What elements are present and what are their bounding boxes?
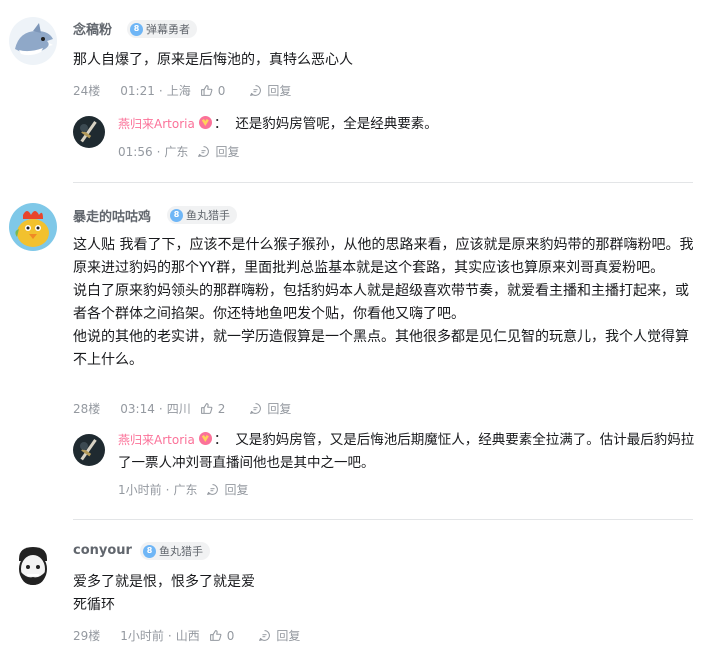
badge-level-icon: 8: [170, 208, 183, 222]
reply-content: 燕归来Artoria：又是豹妈房管，又是后悔池后期魔怔人，经典要素全拉满了。估计…: [118, 432, 695, 471]
reply-meta: 01:56 · 广东 回复: [118, 143, 239, 160]
separator: ·: [167, 628, 172, 643]
badge-level-icon: 8: [143, 544, 156, 558]
ip-location: 广东: [164, 145, 189, 159]
thumbs-up-icon: [200, 85, 213, 96]
comment-paragraph: 这人贴 我看了下，应该不是什么猴子猴孙，从他的思路来看，应该就是原来豹妈带的那群…: [73, 237, 694, 276]
reply-username[interactable]: 燕归来Artoria: [118, 433, 195, 447]
reply-label: 回复: [215, 145, 240, 159]
timestamp: 03:14: [120, 401, 155, 416]
timestamp: 1小时前: [118, 483, 162, 497]
reply-content: 燕归来Artoria：还是豹妈房管呢，全是经典要素。: [118, 116, 438, 132]
comment-item: 念稿粉 8 弹幕勇者 那人自爆了，原来是后悔池的，真特么恶心人 24楼 01:2…: [0, 0, 712, 170]
avatar[interactable]: [9, 17, 57, 65]
comment-paragraph: 说白了原来豹妈领头的那群嗨粉，包括豹妈本人就是超级喜欢带节奏，就爱看主播和主播打…: [73, 283, 689, 322]
reply-label: 回复: [267, 402, 292, 416]
comment-meta: 29楼 1小时前 · 山西 0 回复: [73, 627, 300, 644]
vip-crown-icon: [198, 116, 212, 129]
username[interactable]: conyour: [73, 543, 132, 558]
reply-button[interactable]: 回复: [249, 400, 291, 417]
like-count: 2: [217, 401, 226, 416]
reply-button[interactable]: 回复: [197, 143, 239, 160]
separator: ·: [156, 144, 161, 159]
timestamp: 1小时前: [120, 629, 164, 643]
floor-number: 29楼: [73, 629, 101, 643]
reply-button[interactable]: 回复: [258, 627, 300, 644]
reply-label: 回复: [276, 629, 301, 643]
comment-paragraph: 爱多了就是恨，恨多了就是爱: [73, 574, 255, 590]
username[interactable]: 念稿粉: [73, 19, 112, 38]
separator: ·: [158, 83, 163, 98]
like-button[interactable]: 0: [209, 628, 235, 643]
ip-location: 广东: [173, 483, 198, 497]
reply-meta: 1小时前 · 广东 回复: [118, 481, 249, 498]
reply-avatar[interactable]: [73, 116, 105, 148]
timestamp: 01:21: [120, 83, 155, 98]
ip-location: 上海: [166, 84, 191, 98]
badge-label: 弹幕勇者: [146, 23, 190, 36]
comment-text: 这人贴 我看了下，应该不是什么猴子猴孙，从他的思路来看，应该就是原来豹妈带的那群…: [73, 234, 698, 372]
reply-label: 回复: [267, 84, 292, 98]
reply-username[interactable]: 燕归来Artoria: [118, 117, 195, 131]
reply-icon: [207, 484, 219, 495]
avatar[interactable]: [9, 203, 57, 251]
thumbs-up-icon: [209, 630, 222, 641]
thumbs-up-icon: [200, 403, 213, 414]
badge-level-icon: 8: [130, 22, 143, 36]
like-button[interactable]: 2: [200, 401, 226, 416]
fan-badge[interactable]: 8 鱼丸猎手: [167, 206, 237, 224]
badge-label: 鱼丸猎手: [186, 209, 230, 222]
reply-label: 回复: [224, 483, 249, 497]
floor-number: 28楼: [73, 402, 101, 416]
comment-text: 爱多了就是恨，恨多了就是爱 死循环: [73, 571, 698, 617]
fan-badge[interactable]: 8 鱼丸猎手: [140, 542, 210, 560]
floor-number: 24楼: [73, 84, 101, 98]
vip-crown-icon: [198, 432, 212, 445]
reply-icon: [250, 85, 262, 96]
reply-button[interactable]: 回复: [206, 481, 249, 498]
avatar[interactable]: [9, 541, 57, 589]
like-button[interactable]: 0: [200, 83, 226, 98]
username[interactable]: 暴走的咕咕鸡: [73, 206, 151, 225]
reply-icon: [259, 630, 271, 641]
reply-avatar[interactable]: [73, 434, 105, 466]
reply-button[interactable]: 回复: [249, 82, 291, 99]
like-count: 0: [217, 83, 226, 98]
reply-text: 还是豹妈房管呢，全是经典要素。: [235, 116, 438, 132]
comment-paragraph: 死循环: [73, 597, 115, 613]
reply-icon: [198, 146, 210, 157]
like-count: 0: [226, 628, 235, 643]
divider: [73, 519, 693, 520]
comment-meta: 28楼 03:14 · 四川 2 回复: [73, 400, 291, 417]
comment-meta: 24楼 01:21 · 上海 0 回复: [73, 82, 291, 99]
comment-paragraph: 他说的其他的老实讲，就一学历造假算是一个黑点。其他很多都是见仁见智的玩意儿，我个…: [73, 329, 689, 368]
separator: ·: [158, 401, 163, 416]
comment-paragraph: 那人自爆了，原来是后悔池的，真特么恶心人: [73, 52, 353, 68]
fan-badge[interactable]: 8 弹幕勇者: [127, 20, 197, 38]
badge-label: 鱼丸猎手: [159, 545, 203, 558]
divider: [73, 182, 693, 183]
separator: ·: [165, 482, 170, 497]
comment-text: 那人自爆了，原来是后悔池的，真特么恶心人: [73, 49, 698, 72]
ip-location: 四川: [166, 402, 191, 416]
timestamp: 01:56: [118, 144, 153, 159]
reply-icon: [250, 403, 262, 414]
ip-location: 山西: [175, 629, 200, 643]
